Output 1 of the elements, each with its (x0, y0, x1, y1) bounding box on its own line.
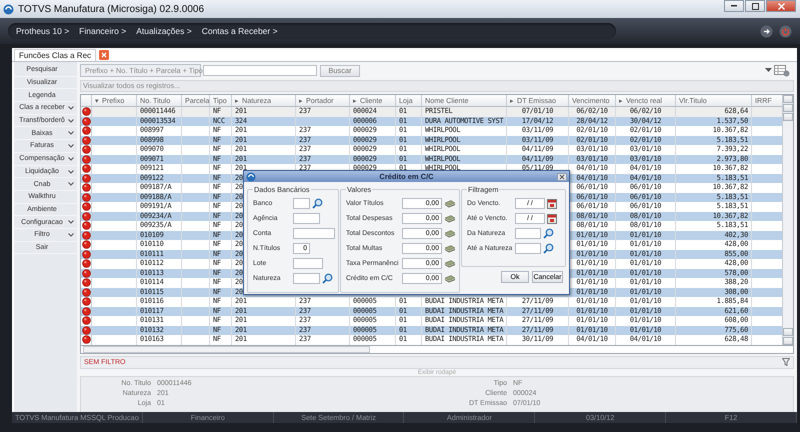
window-title: TOTVS Manufatura (Microsiga) 02.9.0006 (18, 4, 204, 14)
